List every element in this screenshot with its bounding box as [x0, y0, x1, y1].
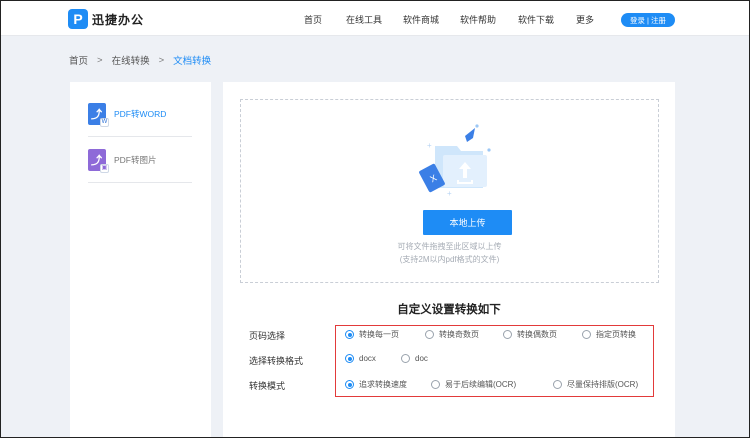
sidebar-item-pdf-to-image[interactable]: ⤴ ▣ PDF转图片: [88, 137, 192, 183]
radio-dot-icon: [401, 354, 410, 363]
nav-online-tools[interactable]: 在线工具: [346, 13, 382, 26]
breadcrumb-separator: >: [97, 54, 103, 66]
radio-format-docx[interactable]: docx: [345, 354, 376, 363]
radio-convert-specified-pages[interactable]: 指定页转换: [582, 329, 636, 340]
top-header: P 迅捷办公 首页 在线工具 软件商城 软件帮助 软件下载 更多 登录 | 注册: [1, 1, 749, 36]
output-format-label: 选择转换格式: [249, 356, 304, 366]
logo-text: 迅捷办公: [92, 12, 145, 27]
tool-sidebar: ⤴ W PDF转WORD ⤴ ▣ PDF转图片: [70, 82, 211, 437]
page-frame: P 迅捷办公 首页 在线工具 软件商城 软件帮助 软件下载 更多 登录 | 注册…: [0, 0, 750, 438]
radio-convert-odd-pages[interactable]: 转换奇数页: [425, 329, 479, 340]
pdf-to-word-icon: ⤴ W: [88, 103, 109, 127]
radio-dot-icon: [345, 380, 354, 389]
convert-mode-label: 转换模式: [249, 381, 286, 391]
drag-hint: 可将文件拖拽至此区域以上传: [397, 242, 502, 251]
site-logo[interactable]: P 迅捷办公: [68, 9, 144, 29]
nav-more[interactable]: 更多: [576, 13, 594, 26]
radio-format-doc[interactable]: doc: [401, 354, 428, 363]
radio-convert-even-pages[interactable]: 转换偶数页: [503, 329, 557, 340]
local-upload-button[interactable]: 本地上传: [423, 210, 512, 235]
page-range-label: 页码选择: [249, 331, 286, 341]
login-register-button[interactable]: 登录 | 注册: [621, 13, 675, 27]
radio-dot-icon: [431, 380, 440, 389]
breadcrumb-separator: >: [158, 54, 165, 66]
sidebar-item-label: PDF转WORD: [114, 109, 167, 119]
radio-dot-icon: [345, 354, 354, 363]
radio-mode-easy-edit[interactable]: 易于后续编辑(OCR): [431, 379, 516, 390]
breadcrumb: 首页 > 在线转换 > 文档转换: [69, 53, 211, 68]
radio-mode-keep-layout[interactable]: 尽量保持排版(OCR): [553, 379, 638, 390]
file-drop-zone[interactable]: X + + 本地上传 可将文件拖拽至此区域以上传 (支持2M以内pdf格式的文件…: [240, 99, 659, 283]
pdf-to-image-icon: ⤴ ▣: [88, 149, 109, 173]
radio-convert-every-page[interactable]: 转换每一页: [345, 329, 399, 340]
sidebar-divider: [88, 182, 192, 183]
radio-dot-icon: [503, 330, 512, 339]
settings-title: 自定义设置转换如下: [397, 304, 501, 316]
converter-panel: X + + 本地上传 可将文件拖拽至此区域以上传 (支持2M以内pdf格式的文件…: [223, 82, 675, 437]
svg-text:+: +: [447, 189, 452, 198]
radio-dot-icon: [553, 380, 562, 389]
logo-mark-icon: P: [68, 9, 88, 29]
radio-dot-icon: [425, 330, 434, 339]
breadcrumb-doc-convert[interactable]: 文档转换: [173, 53, 211, 67]
breadcrumb-home[interactable]: 首页: [69, 53, 88, 67]
radio-mode-speed[interactable]: 追求转换速度: [345, 379, 407, 390]
sidebar-item-label: PDF转图片: [114, 155, 157, 165]
sidebar-item-pdf-to-word[interactable]: ⤴ W PDF转WORD: [88, 91, 192, 137]
radio-dot-icon: [582, 330, 591, 339]
nav-software-download[interactable]: 软件下载: [518, 13, 554, 26]
upload-illustration-icon: X + +: [419, 124, 491, 198]
svg-text:+: +: [427, 141, 432, 150]
nav-home[interactable]: 首页: [304, 13, 322, 26]
nav-software-store[interactable]: 软件商城: [403, 13, 439, 26]
radio-dot-icon: [345, 330, 354, 339]
nav-software-help[interactable]: 软件帮助: [460, 13, 496, 26]
file-limit-hint: (支持2M以内pdf格式的文件): [399, 255, 500, 264]
breadcrumb-online-convert[interactable]: 在线转换: [112, 53, 150, 67]
